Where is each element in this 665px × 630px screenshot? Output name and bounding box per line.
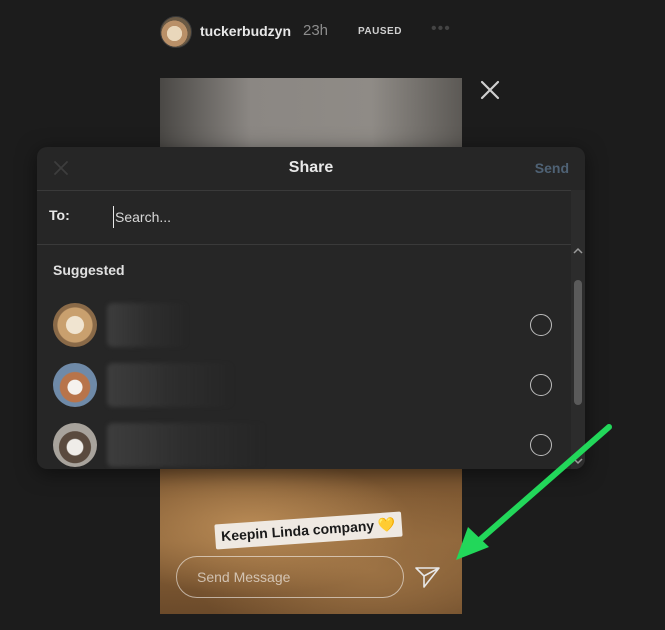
scrollbar[interactable] (571, 190, 585, 469)
avatar (53, 303, 97, 347)
close-icon[interactable] (478, 78, 502, 102)
heart-emoji: 💛 (377, 515, 396, 534)
story-time: 23h (303, 22, 329, 39)
modal-title: Share (288, 159, 334, 176)
contact-row[interactable] (37, 363, 571, 419)
contact-name-blurred (107, 363, 235, 407)
share-modal: Share Send To: Suggested (37, 147, 585, 469)
select-radio[interactable] (530, 314, 552, 336)
story-header: tuckerbudzyn 23h PAUSED ••• (160, 16, 470, 48)
contact-row[interactable] (37, 423, 571, 469)
send-message-input[interactable] (176, 556, 404, 598)
paused-label: PAUSED (358, 26, 402, 37)
to-label: To: (49, 207, 70, 223)
contact-name-blurred (107, 423, 267, 467)
contact-row[interactable] (37, 303, 571, 359)
avatar (53, 423, 97, 467)
story-username[interactable]: tuckerbudzyn (200, 23, 291, 39)
scroll-down-icon[interactable] (573, 456, 583, 466)
avatar (53, 363, 97, 407)
search-input[interactable] (113, 206, 535, 228)
suggested-label: Suggested (53, 262, 125, 278)
story-avatar[interactable] (160, 16, 192, 48)
scroll-up-icon[interactable] (573, 246, 583, 256)
story-image-top (160, 78, 462, 148)
paper-plane-icon[interactable] (412, 562, 442, 592)
ellipsis-icon[interactable]: ••• (431, 20, 451, 38)
send-button[interactable]: Send (535, 160, 569, 176)
contact-name-blurred (107, 303, 189, 347)
scroll-thumb[interactable] (574, 280, 582, 405)
select-radio[interactable] (530, 374, 552, 396)
modal-header: Share Send (37, 147, 585, 191)
to-row: To: (37, 190, 571, 245)
select-radio[interactable] (530, 434, 552, 456)
